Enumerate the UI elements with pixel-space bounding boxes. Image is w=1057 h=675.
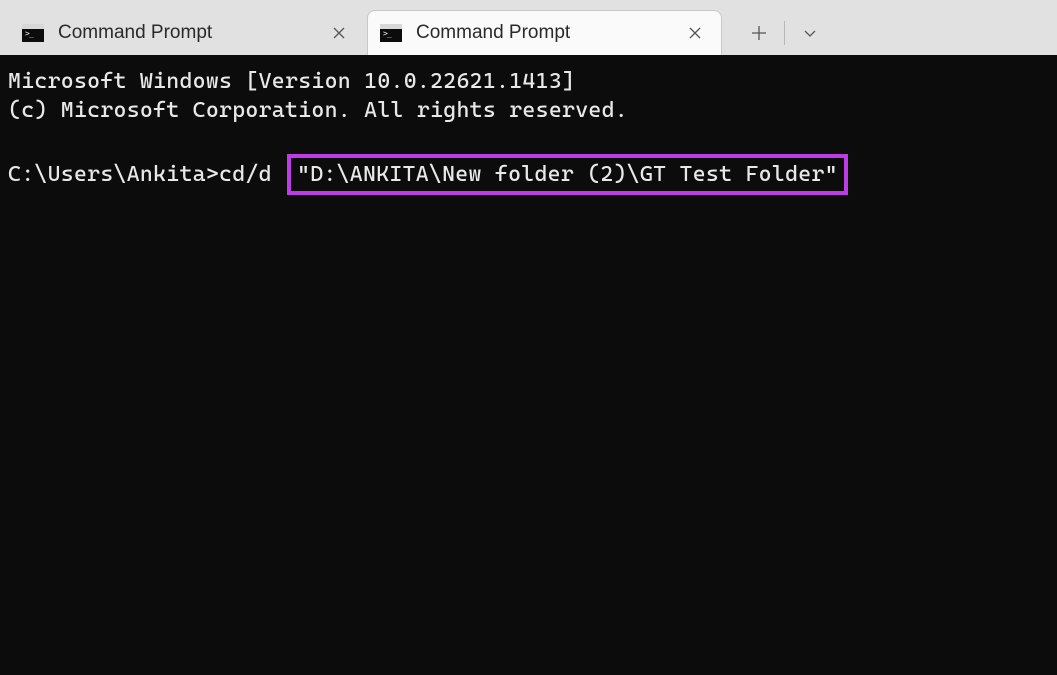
tab-bar: Command Prompt Command Prompt (0, 0, 1057, 55)
terminal-icon (22, 24, 44, 42)
tab-dropdown-button[interactable] (785, 13, 835, 53)
tab-title: Command Prompt (416, 22, 681, 44)
chevron-down-icon (803, 26, 817, 40)
close-icon (689, 27, 701, 39)
highlighted-path: "D:\ANKITA\New folder (2)\GT Test Folder… (287, 154, 848, 195)
add-tab-button[interactable] (734, 13, 784, 53)
close-tab-button[interactable] (325, 19, 353, 47)
prompt-text: C:\Users\Ankita>cd/d (8, 162, 285, 187)
tab-actions (734, 10, 835, 55)
terminal-icon (380, 24, 402, 42)
terminal-output[interactable]: Microsoft Windows [Version 10.0.22621.14… (0, 55, 1057, 675)
tab-active[interactable]: Command Prompt (367, 10, 722, 55)
plus-icon (751, 25, 767, 41)
tab-inactive[interactable]: Command Prompt (10, 10, 365, 55)
version-line: Microsoft Windows [Version 10.0.22621.14… (8, 69, 575, 94)
close-icon (333, 27, 345, 39)
tab-title: Command Prompt (58, 22, 325, 44)
close-tab-button[interactable] (681, 19, 709, 47)
copyright-line: (c) Microsoft Corporation. All rights re… (8, 98, 628, 123)
